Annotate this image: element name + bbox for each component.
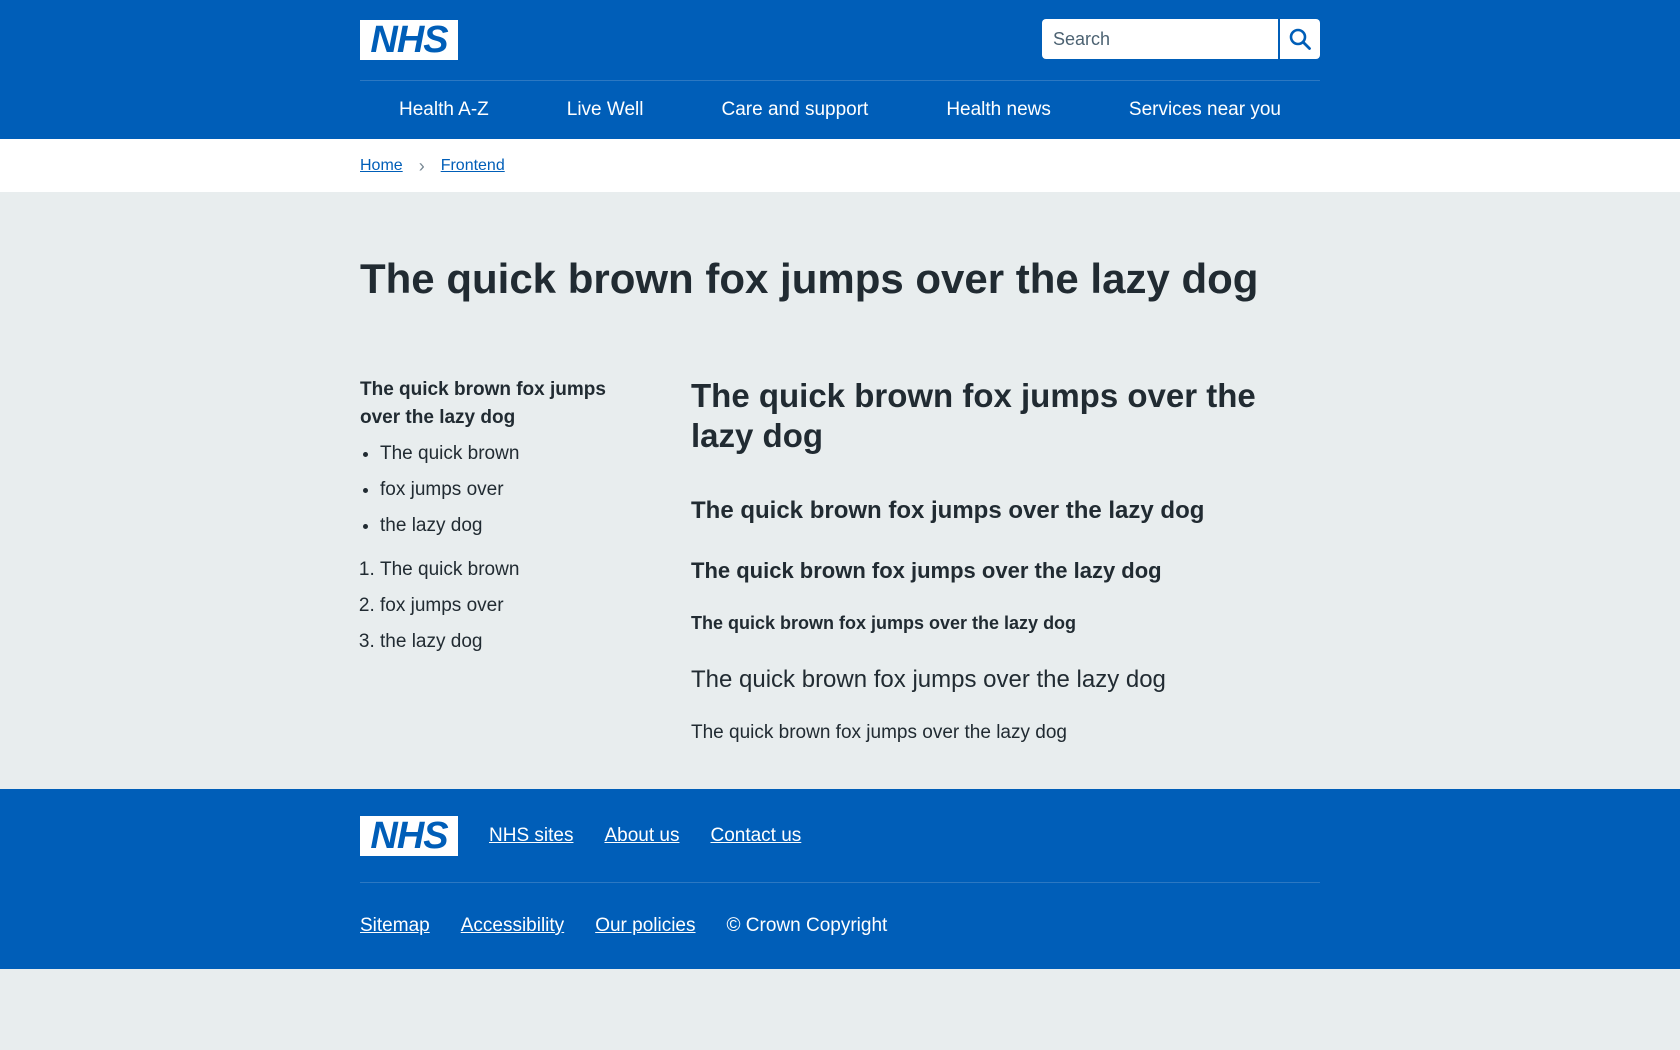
left-heading: The quick brown fox jumps over the lazy … (360, 379, 606, 428)
lead-text: The quick brown fox jumps over the lazy … (691, 666, 1166, 693)
page-title: The quick brown fox jumps over the lazy … (360, 255, 1259, 302)
heading-xl: The quick brown fox jumps over the lazy … (691, 377, 1256, 454)
search-icon (1289, 28, 1311, 50)
numbered-list: The quick brown fox jumps over the lazy … (360, 556, 640, 656)
footer-link-sitemap[interactable]: Sitemap (360, 915, 430, 937)
nav-health-a-z[interactable]: Health A-Z (389, 99, 499, 121)
nhs-logo-text: NHS (370, 19, 448, 61)
footer-nhs-logo[interactable]: NHS (360, 814, 458, 857)
nav-live-well[interactable]: Live Well (557, 99, 654, 121)
list-item: the lazy dog (380, 628, 640, 656)
heading-s: The quick brown fox jumps over the lazy … (691, 613, 1077, 633)
nav-services-near-you[interactable]: Services near you (1119, 99, 1291, 121)
list-item: The quick brown (380, 440, 640, 468)
breadcrumb-frontend[interactable]: Frontend (441, 157, 505, 175)
left-column: The quick brown fox jumps over the lazy … (360, 376, 640, 664)
footer-link-about-us[interactable]: About us (604, 825, 679, 847)
heading-m: The quick brown fox jumps over the lazy … (691, 558, 1162, 583)
breadcrumb-home[interactable]: Home (360, 157, 403, 175)
list-item: The quick brown (380, 556, 640, 584)
site-footer: NHS NHS sites About us Contact us Sitema… (0, 789, 1680, 969)
breadcrumb: Home › Frontend (0, 139, 1680, 192)
footer-link-contact-us[interactable]: Contact us (710, 825, 801, 847)
copyright: © Crown Copyright (726, 915, 888, 936)
footer-link-nhs-sites[interactable]: NHS sites (489, 825, 573, 847)
list-item: the lazy dog (380, 512, 640, 540)
footer-logo-text: NHS (370, 814, 448, 857)
footer-secondary-row: Sitemap Accessibility Our policies © Cro… (360, 883, 1320, 969)
header-top: NHS (360, 0, 1320, 80)
primary-nav: Health A-Z Live Well Care and support He… (360, 80, 1320, 139)
footer-primary-row: NHS NHS sites About us Contact us (360, 789, 1320, 883)
main-content: The quick brown fox jumps over the lazy … (0, 192, 1680, 789)
list-item: fox jumps over (380, 592, 640, 620)
search-form (1042, 19, 1320, 59)
nhs-logo[interactable]: NHS (360, 20, 458, 60)
site-header: NHS Health A-Z Live Well Care and suppor… (0, 0, 1680, 139)
list-item: fox jumps over (380, 476, 640, 504)
footer-link-our-policies[interactable]: Our policies (595, 915, 695, 937)
bullet-list: The quick brown fox jumps over the lazy … (360, 440, 640, 540)
nav-care-and-support[interactable]: Care and support (712, 99, 879, 121)
right-column: The quick brown fox jumps over the lazy … (691, 376, 1320, 747)
heading-l: The quick brown fox jumps over the lazy … (691, 497, 1205, 524)
nav-health-news[interactable]: Health news (936, 99, 1061, 121)
search-input[interactable] (1042, 19, 1278, 59)
chevron-right-icon: › (418, 155, 425, 176)
footer-link-accessibility[interactable]: Accessibility (461, 915, 564, 937)
body-text: The quick brown fox jumps over the lazy … (691, 722, 1067, 743)
search-button[interactable] (1280, 19, 1320, 59)
